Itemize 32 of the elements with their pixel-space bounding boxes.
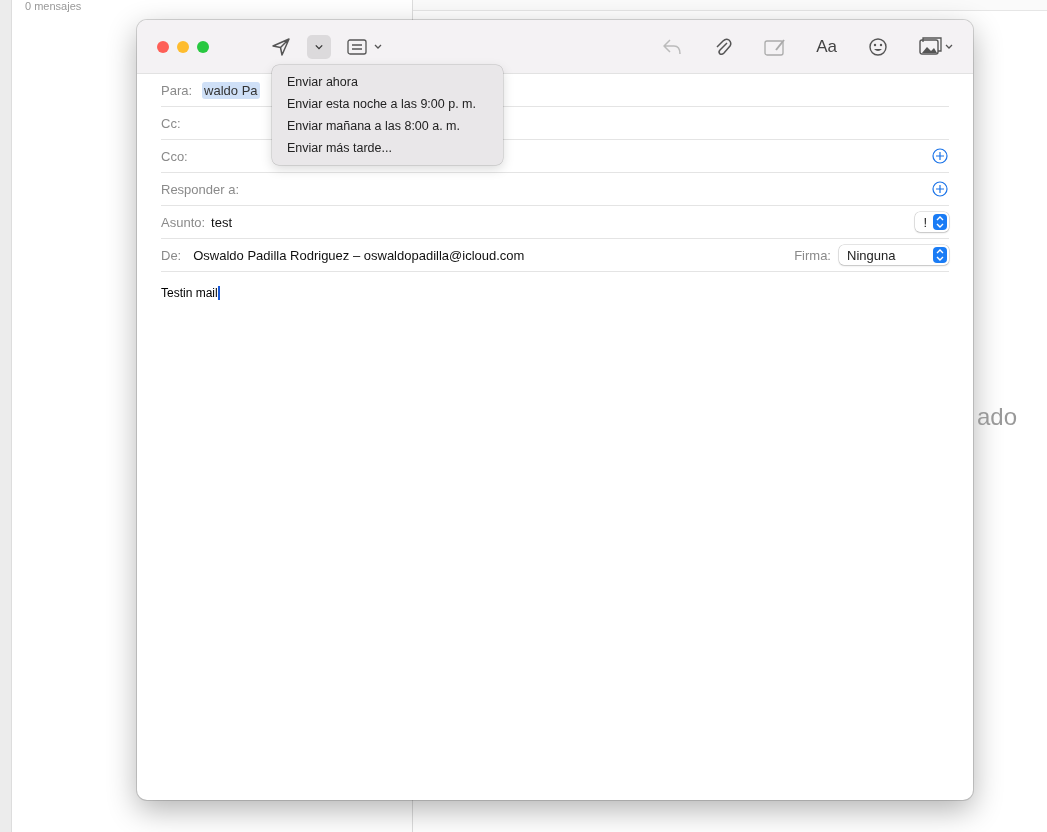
photo-icon[interactable] bbox=[919, 36, 955, 57]
signature-label: Firma: bbox=[794, 247, 831, 263]
field-label: Asunto: bbox=[161, 214, 206, 230]
field-label: De: bbox=[161, 247, 182, 263]
recipient-token[interactable]: waldo Pa bbox=[202, 81, 260, 99]
header-fields-icon[interactable] bbox=[347, 38, 383, 55]
format-button[interactable]: Aa bbox=[816, 36, 837, 57]
chevron-icon bbox=[315, 43, 323, 50]
stepper-icon bbox=[936, 216, 944, 228]
menu-item[interactable]: Enviar ahora bbox=[272, 71, 503, 93]
priority-popup[interactable]: ! bbox=[915, 212, 949, 232]
add-icon[interactable] bbox=[932, 148, 948, 164]
send-icon[interactable] bbox=[271, 36, 291, 57]
empty-state-text: ado bbox=[977, 403, 1018, 431]
menu-item[interactable]: Enviar mañana a las 8:00 a. m. bbox=[272, 115, 503, 137]
add-icon[interactable] bbox=[932, 181, 948, 197]
field-label: Para: bbox=[161, 82, 193, 98]
field-label: Cco: bbox=[161, 148, 188, 164]
stepper-icon bbox=[936, 249, 944, 261]
sender-address[interactable]: Oswaldo Padilla Rodriguez – oswaldopadilla@icloud.com bbox=[193, 247, 525, 263]
message-count: 0 mensajes bbox=[25, 0, 82, 12]
signature-popup[interactable]: Ninguna bbox=[839, 245, 949, 265]
send-options-button[interactable] bbox=[307, 34, 331, 59]
field-label: Cc: bbox=[161, 115, 181, 131]
menu-item[interactable]: Enviar esta noche a las 9:00 p. m. bbox=[272, 93, 503, 115]
message-body[interactable]: Testin mail bbox=[161, 286, 218, 300]
field-label: Responder a: bbox=[161, 181, 240, 197]
subject-text[interactable]: test bbox=[211, 214, 233, 230]
emoji-icon[interactable] bbox=[868, 36, 888, 57]
close-button[interactable] bbox=[157, 40, 169, 53]
text-cursor bbox=[217, 286, 220, 300]
menu-item[interactable]: Enviar más tarde... bbox=[272, 137, 503, 159]
